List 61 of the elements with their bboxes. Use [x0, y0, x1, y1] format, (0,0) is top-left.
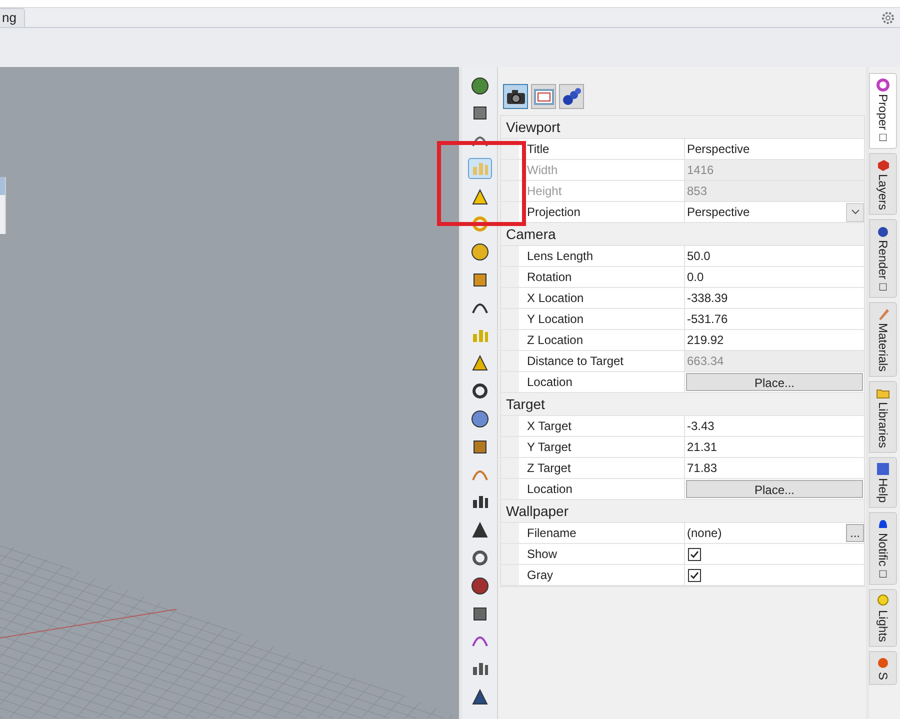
property-value[interactable]: -531.76 — [685, 309, 864, 329]
property-value[interactable]: 0.0 — [685, 267, 864, 287]
property-value: 663.34 — [685, 351, 864, 371]
side-tab[interactable]: Materials — [869, 302, 897, 378]
property-value[interactable]: -3.43 — [685, 416, 864, 436]
property-value[interactable]: (none) — [685, 524, 846, 542]
place-button[interactable]: Place... — [686, 373, 863, 391]
camera-icon — [506, 88, 526, 104]
property-value: 1416 — [685, 160, 864, 180]
section-header[interactable]: Target — [506, 394, 545, 414]
section-header[interactable]: Wallpaper — [506, 500, 569, 522]
side-tab[interactable]: Notific□ — [869, 512, 897, 586]
property-label: Width — [519, 160, 685, 180]
property-value[interactable]: 50.0 — [685, 246, 864, 266]
property-label: Lens Length — [519, 246, 685, 266]
brush-icon — [876, 307, 890, 322]
property-label: Projection — [519, 202, 685, 222]
property-label: Rotation — [519, 267, 685, 287]
property-label: Filename — [519, 523, 685, 543]
checkbox[interactable] — [688, 568, 701, 582]
frame-icon — [534, 88, 554, 104]
side-tab[interactable]: Lights — [869, 589, 897, 648]
property-label: Y Target — [519, 437, 685, 457]
side-tab[interactable]: Proper□ — [869, 73, 897, 150]
chevron-down-icon — [850, 209, 860, 215]
spheres-icon — [562, 88, 582, 106]
settings-icon[interactable] — [881, 11, 895, 25]
camera-tab[interactable] — [503, 84, 528, 109]
property-label: Z Location — [519, 330, 685, 350]
property-label: Show — [519, 544, 685, 564]
property-label: Height — [519, 181, 685, 201]
document-tab[interactable]: ng — [0, 8, 26, 27]
spheres-tab[interactable] — [559, 84, 584, 109]
property-label: Location — [519, 372, 685, 392]
property-value[interactable]: 21.31 — [685, 437, 864, 457]
section-header[interactable]: Camera — [506, 224, 556, 244]
side-tab[interactable]: Render□ — [869, 219, 897, 298]
property-value[interactable]: -338.39 — [685, 288, 864, 308]
side-tab[interactable]: Help — [869, 457, 897, 508]
side-tab[interactable]: S — [869, 651, 897, 686]
projection-dropdown[interactable]: Perspective — [685, 202, 864, 222]
property-label: Distance to Target — [519, 351, 685, 371]
property-label: Location — [519, 479, 685, 499]
property-value[interactable]: 71.83 — [685, 458, 864, 478]
property-label: Z Target — [519, 458, 685, 478]
property-label: Title — [519, 139, 685, 159]
property-label: Gray — [519, 565, 685, 585]
browse-button[interactable]: ... — [846, 524, 864, 542]
place-button[interactable]: Place... — [686, 480, 863, 498]
frame-tab[interactable] — [531, 84, 556, 109]
property-value: 853 — [685, 181, 864, 201]
checkbox[interactable] — [688, 548, 701, 560]
property-label: Y Location — [519, 309, 685, 329]
property-label: X Target — [519, 416, 685, 436]
side-tab[interactable]: Libraries — [869, 381, 897, 454]
color-wheel-icon — [876, 78, 890, 92]
property-value[interactable]: 219.92 — [685, 330, 864, 350]
section-header[interactable]: Viewport — [506, 116, 560, 138]
property-label: X Location — [519, 288, 685, 308]
side-tab[interactable]: Layers — [869, 153, 897, 216]
property-value[interactable]: Perspective — [685, 139, 864, 159]
